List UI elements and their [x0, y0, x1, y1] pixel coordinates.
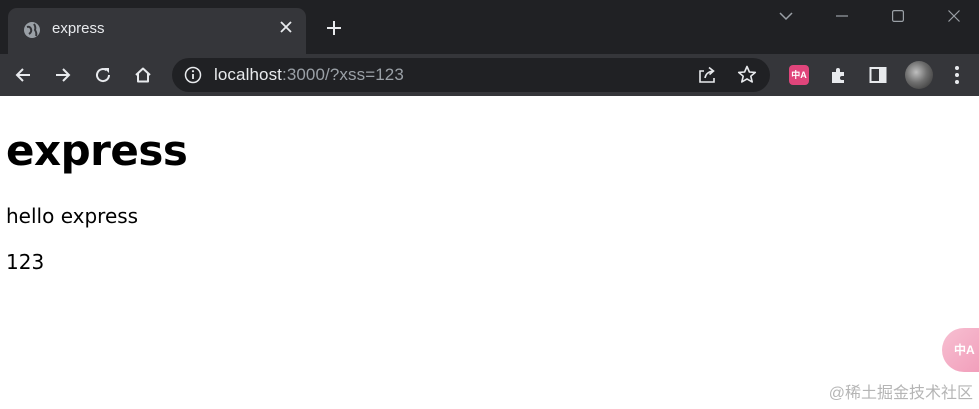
tab-express[interactable]: express — [8, 8, 306, 54]
tab-search-button[interactable] — [758, 0, 814, 32]
info-icon[interactable] — [184, 66, 202, 84]
close-icon — [948, 10, 960, 22]
home-icon — [135, 67, 151, 83]
plus-icon — [327, 21, 341, 35]
title-bar: express — [0, 0, 979, 54]
page-content: express hello express 123 中A @稀土掘金技术社区 — [0, 96, 979, 409]
greeting-text: hello express — [6, 204, 139, 228]
maximize-button[interactable] — [870, 0, 926, 32]
reload-button[interactable] — [87, 59, 119, 91]
menu-dot — [955, 73, 959, 77]
forward-button[interactable] — [47, 59, 79, 91]
toolbar: localhost:3000/?xss=123 中A — [0, 54, 979, 96]
xss-value-text: 123 — [6, 250, 45, 274]
url-path: :3000/?xss=123 — [282, 65, 404, 84]
puzzle-icon — [832, 68, 844, 83]
arrow-left-icon — [15, 68, 30, 82]
home-button[interactable] — [127, 59, 159, 91]
new-tab-button[interactable] — [320, 14, 348, 42]
chrome-menu-button[interactable] — [945, 63, 969, 87]
star-icon[interactable] — [736, 64, 758, 86]
url-text[interactable]: localhost:3000/?xss=123 — [214, 65, 404, 85]
maximize-icon — [892, 10, 904, 22]
floating-translate-label: 中A — [954, 342, 975, 357]
profile-avatar[interactable] — [905, 61, 933, 89]
floating-translate-button[interactable]: 中A — [942, 328, 979, 372]
menu-dot — [955, 80, 959, 84]
page-heading: express — [6, 126, 188, 175]
menu-dot — [955, 66, 959, 70]
close-icon — [280, 21, 292, 33]
back-button[interactable] — [7, 59, 39, 91]
globe-icon — [24, 22, 40, 38]
extensions-button[interactable] — [827, 63, 851, 87]
address-bar[interactable]: localhost:3000/?xss=123 — [172, 58, 770, 92]
translate-extension-label: 中A — [791, 69, 807, 80]
side-panel-icon — [869, 67, 887, 83]
url-host: localhost — [214, 65, 282, 84]
watermark: @稀土掘金技术社区 — [828, 385, 973, 402]
tab-close-button[interactable] — [275, 16, 297, 38]
tab-title: express — [52, 20, 105, 37]
window-close-button[interactable] — [926, 0, 979, 32]
arrow-right-icon — [56, 68, 71, 82]
side-panel-button[interactable] — [866, 63, 890, 87]
share-icon[interactable] — [696, 64, 718, 86]
minimize-icon — [836, 15, 848, 17]
translate-extension-icon[interactable]: 中A — [789, 65, 809, 85]
chevron-down-icon — [779, 12, 793, 21]
minimize-button[interactable] — [814, 0, 870, 32]
reload-icon — [96, 68, 111, 83]
